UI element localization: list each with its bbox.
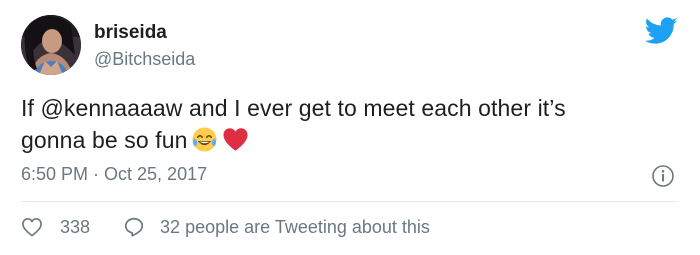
speech-bubble-icon — [124, 217, 144, 237]
twitter-bird-icon[interactable] — [644, 17, 678, 45]
tweet-actions: 338 32 people are Tweeting about this — [21, 213, 430, 241]
avatar[interactable] — [21, 15, 81, 75]
heart-outline-icon — [22, 218, 42, 237]
tweet-text-segment: gonna be so fun — [21, 127, 188, 153]
display-name[interactable]: briseida — [94, 22, 167, 44]
info-icon[interactable] — [651, 164, 675, 188]
like-button[interactable]: 338 — [21, 217, 90, 238]
tweet-text-line: gonna be so fun — [21, 124, 681, 156]
tweet-text: If @kennaaaaw and I ever get to meet eac… — [21, 92, 681, 156]
conversation-link[interactable]: 32 people are Tweeting about this — [123, 216, 430, 238]
red-heart-icon — [222, 126, 249, 153]
tweet-text-line: If @kennaaaaw and I ever get to meet eac… — [21, 95, 566, 121]
tweet-timestamp[interactable]: 6:50 PM · Oct 25, 2017 — [21, 163, 207, 185]
user-handle[interactable]: @Bitchseida — [94, 48, 195, 70]
like-count: 338 — [60, 216, 91, 237]
face-with-tears-of-joy-icon — [191, 126, 218, 153]
conversation-text: 32 people are Tweeting about this — [160, 216, 430, 237]
tweet-card: briseida @Bitchseida If @kennaaaaw and I… — [0, 0, 700, 255]
divider — [21, 201, 678, 202]
